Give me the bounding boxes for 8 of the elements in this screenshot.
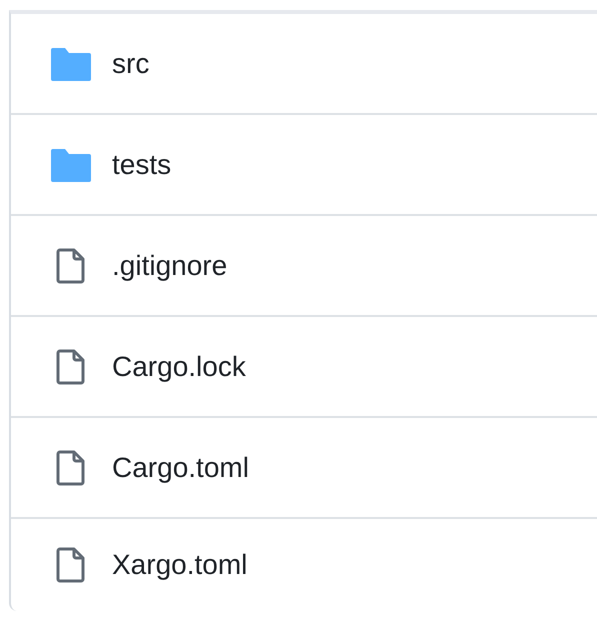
folder-icon (50, 146, 92, 182)
file-link[interactable]: Cargo.lock (112, 350, 246, 382)
file-link[interactable]: Xargo.toml (112, 549, 248, 581)
folder-link[interactable]: tests (112, 148, 172, 180)
folder-icon (50, 46, 92, 82)
folder-link[interactable]: src (112, 48, 150, 80)
file-link[interactable]: Cargo.toml (112, 452, 249, 484)
file-link[interactable]: .gitignore (112, 250, 228, 282)
